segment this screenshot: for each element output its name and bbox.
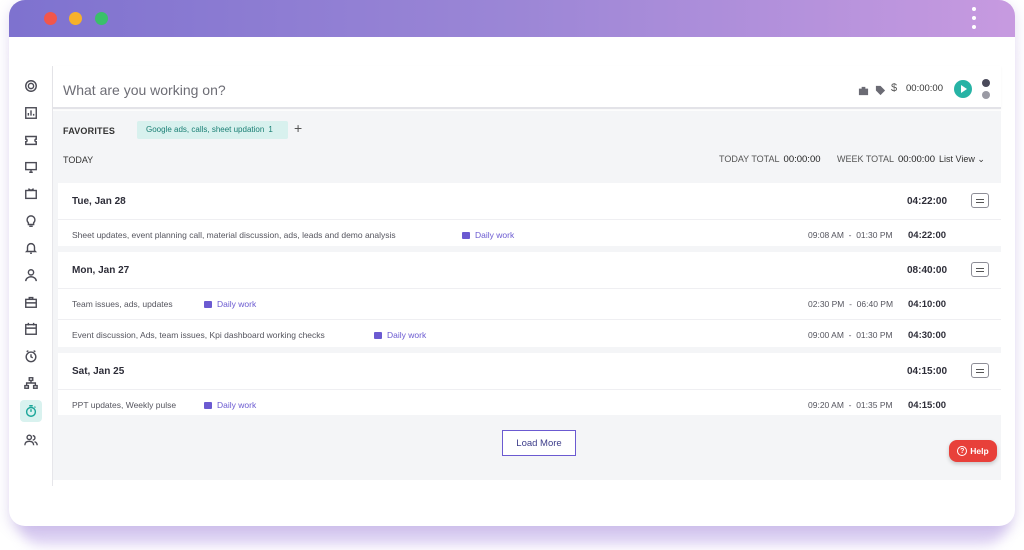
week-total-label: WEEK TOTAL xyxy=(837,154,895,164)
more-options-icon[interactable] xyxy=(971,7,977,31)
add-favorite-button[interactable]: + xyxy=(294,120,302,136)
entry-description[interactable]: Event discussion, Ads, team issues, Kpi … xyxy=(72,330,325,340)
favorites-label: FAVORITES xyxy=(63,126,116,136)
entry-project[interactable]: Daily work xyxy=(462,230,514,240)
entry-duration[interactable]: 04:22:00 xyxy=(908,230,946,241)
chart-icon[interactable] xyxy=(23,105,39,121)
entry-project[interactable]: Daily work xyxy=(204,299,256,309)
project-briefcase-icon[interactable] xyxy=(858,83,869,96)
entry-time-range[interactable]: 09:20 AM - 01:35 PM xyxy=(808,400,893,410)
monitor-icon[interactable] xyxy=(23,159,39,175)
tag-icon[interactable] xyxy=(875,83,886,96)
view-selector[interactable]: List View ⌄ xyxy=(939,154,985,165)
time-entry[interactable]: Sheet updates, event planning call, mate… xyxy=(58,219,1001,250)
network-icon[interactable] xyxy=(23,375,39,391)
timer-mode-icon[interactable] xyxy=(982,79,990,87)
entry-description[interactable]: Sheet updates, event planning call, mate… xyxy=(72,230,396,240)
calendar-icon[interactable] xyxy=(23,321,39,337)
time-entry[interactable]: PPT updates, Weekly pulse Daily work 09:… xyxy=(58,389,1001,420)
help-button[interactable]: ? Help xyxy=(949,440,997,462)
project-briefcase-icon xyxy=(374,332,382,339)
users-icon[interactable] xyxy=(23,432,39,448)
today-total: TODAY TOTAL 00:00:00 xyxy=(719,154,821,165)
stopwatch-icon[interactable] xyxy=(20,400,42,422)
tv-icon[interactable] xyxy=(23,186,39,202)
user-icon[interactable] xyxy=(23,267,39,283)
alarm-icon[interactable] xyxy=(23,240,39,256)
day-total: 04:22:00 xyxy=(907,196,948,207)
entry-project[interactable]: Daily work xyxy=(374,330,426,340)
today-total-label: TODAY TOTAL xyxy=(719,154,780,164)
day-title: Sat, Jan 25 xyxy=(72,366,125,377)
time-entry[interactable]: Event discussion, Ads, team issues, Kpi … xyxy=(58,319,1001,350)
entry-project[interactable]: Daily work xyxy=(204,400,256,410)
day-title: Mon, Jan 27 xyxy=(72,265,130,276)
entry-duration[interactable]: 04:30:00 xyxy=(908,330,946,341)
day-total: 08:40:00 xyxy=(907,265,948,276)
target-icon[interactable] xyxy=(23,78,39,94)
day-group: Mon, Jan 27 08:40:00 Team issues, ads, u… xyxy=(58,252,1001,347)
day-list-icon[interactable] xyxy=(971,193,989,208)
favorite-chip-label: Google ads, calls, sheet updation xyxy=(146,125,265,134)
day-group: Tue, Jan 28 04:22:00 Sheet updates, even… xyxy=(58,183,1001,246)
entry-duration[interactable]: 04:10:00 xyxy=(908,299,946,310)
briefcase-icon[interactable] xyxy=(23,294,39,310)
entry-time-range[interactable]: 09:00 AM - 01:30 PM xyxy=(808,330,893,340)
clock-icon[interactable] xyxy=(23,348,39,364)
day-list-icon[interactable] xyxy=(971,363,989,378)
maximize-button[interactable] xyxy=(95,12,108,25)
ticket-icon[interactable] xyxy=(23,132,39,148)
time-entries-area: FAVORITES Google ads, calls, sheet updat… xyxy=(53,111,1001,480)
today-total-value: 00:00:00 xyxy=(783,154,821,165)
main-panel: $ 00:00:00 FAVORITES Google ads, calls, … xyxy=(53,66,1001,480)
manual-mode-icon[interactable] xyxy=(982,91,990,99)
week-total-value: 00:00:00 xyxy=(898,154,935,165)
help-label: Help xyxy=(970,446,989,456)
week-total: WEEK TOTAL 00:00:00 xyxy=(837,154,935,165)
tracker-bar: $ 00:00:00 xyxy=(53,66,1001,109)
start-timer-button[interactable] xyxy=(954,80,972,98)
time-entry[interactable]: Team issues, ads, updates Daily work 02:… xyxy=(58,288,1001,319)
lightbulb-icon[interactable] xyxy=(23,213,39,229)
title-bar xyxy=(9,0,1015,37)
close-button[interactable] xyxy=(44,12,57,25)
timer-display: 00:00:00 xyxy=(906,83,943,94)
day-list-icon[interactable] xyxy=(971,262,989,277)
entry-time-range[interactable]: 02:30 PM - 06:40 PM xyxy=(808,299,893,309)
project-briefcase-icon xyxy=(204,402,212,409)
project-briefcase-icon xyxy=(462,232,470,239)
favorite-chip[interactable]: Google ads, calls, sheet updation 1 xyxy=(137,121,288,139)
entry-time-range[interactable]: 09:08 AM - 01:30 PM xyxy=(808,230,893,240)
chevron-down-icon: ⌄ xyxy=(977,154,985,164)
day-title: Tue, Jan 28 xyxy=(72,196,126,207)
entry-description[interactable]: Team issues, ads, updates xyxy=(72,299,173,309)
app-window: $ 00:00:00 FAVORITES Google ads, calls, … xyxy=(9,0,1015,526)
entry-description[interactable]: PPT updates, Weekly pulse xyxy=(72,400,176,410)
today-label: TODAY xyxy=(63,155,94,165)
day-total: 04:15:00 xyxy=(907,366,948,377)
help-icon: ? xyxy=(957,446,968,456)
entry-duration[interactable]: 04:15:00 xyxy=(908,400,946,411)
favorite-chip-count: 1 xyxy=(268,125,273,134)
work-description-input[interactable] xyxy=(63,79,663,101)
billable-toggle[interactable]: $ xyxy=(891,82,897,94)
day-group: Sat, Jan 25 04:15:00 PPT updates, Weekly… xyxy=(58,353,1001,415)
minimize-button[interactable] xyxy=(69,12,82,25)
sidebar xyxy=(9,66,53,486)
view-selector-label: List View xyxy=(939,154,975,164)
project-briefcase-icon xyxy=(204,301,212,308)
load-more-button[interactable]: Load More xyxy=(502,430,576,456)
